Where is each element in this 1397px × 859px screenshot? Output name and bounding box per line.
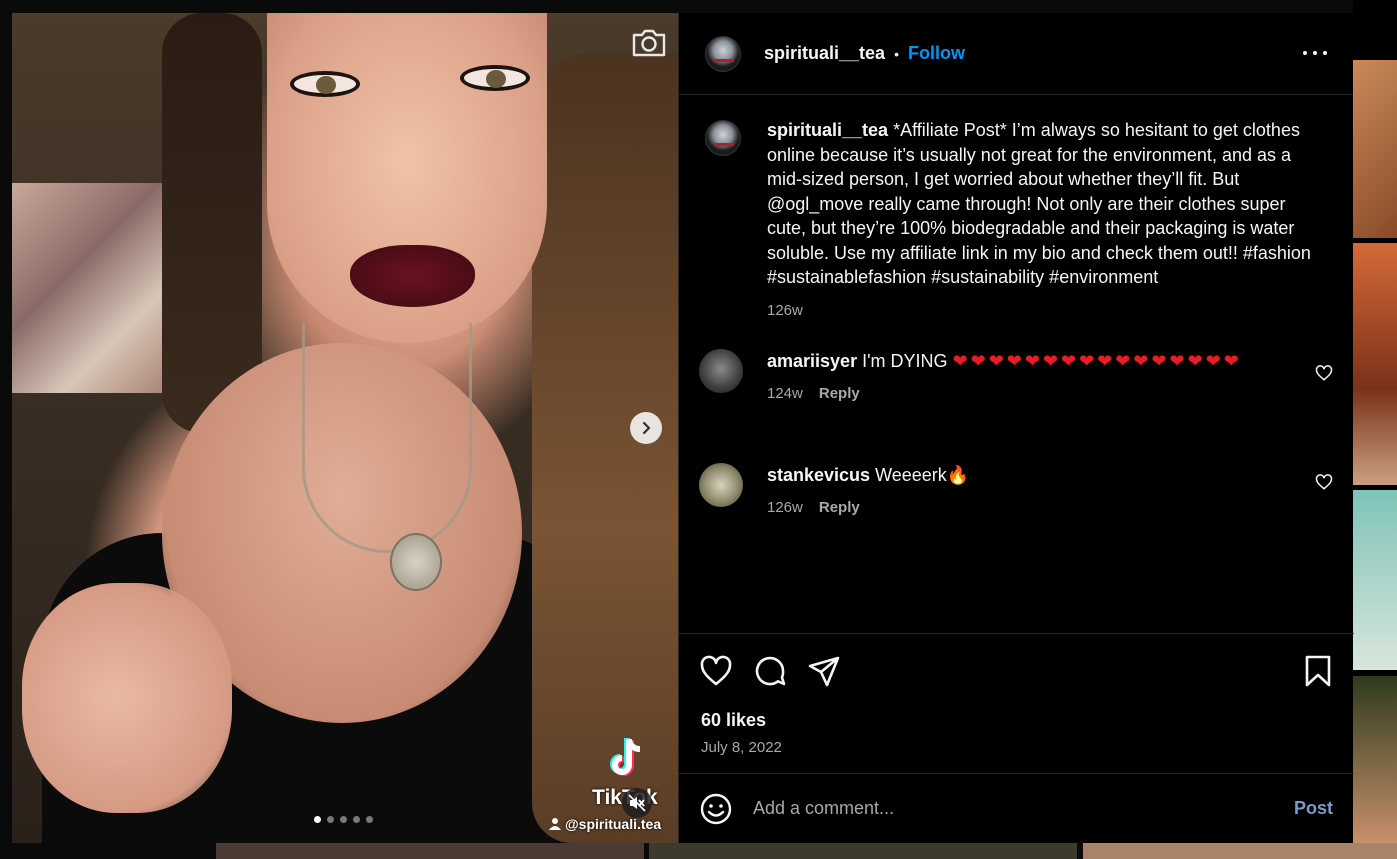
comment-username[interactable]: stankevicus	[767, 465, 870, 485]
post-media[interactable]: TikTok @spirituali.tea	[12, 13, 678, 843]
post-header: spirituali__tea • Follow	[679, 13, 1353, 95]
necklace-chain	[302, 323, 472, 553]
mute-icon	[628, 794, 646, 812]
feed-thumbnail[interactable]	[1353, 490, 1397, 670]
comment-composer: Post	[679, 773, 1354, 843]
more-options-button[interactable]	[1303, 41, 1327, 65]
author-username[interactable]: spirituali__tea	[764, 43, 885, 64]
feed-thumbnail[interactable]	[649, 843, 1077, 859]
hair	[532, 53, 678, 843]
bookmark-icon[interactable]	[1301, 654, 1335, 688]
separator-dot: •	[894, 45, 899, 62]
person-icon	[549, 818, 561, 830]
emoji-icon[interactable]	[699, 792, 733, 826]
mute-button[interactable]	[622, 788, 652, 818]
post-details-panel: spirituali__tea • Follow spirituali__tea…	[678, 13, 1354, 843]
feed-thumbnail[interactable]	[1083, 843, 1397, 859]
carousel-dot	[327, 816, 334, 823]
comment-timestamp[interactable]: 124w	[767, 382, 803, 407]
caption-timestamp[interactable]: 126w	[767, 299, 803, 324]
heart-icon[interactable]	[699, 654, 733, 688]
feed-thumbnail[interactable]	[1353, 676, 1397, 843]
like-comment-heart-icon[interactable]	[1315, 364, 1333, 382]
eye	[460, 65, 530, 91]
caption-text: *Affiliate Post* I’m always so hesitant …	[767, 120, 1311, 287]
background-painting	[12, 183, 172, 393]
carousel-dot	[353, 816, 360, 823]
carousel-dot	[340, 816, 347, 823]
lips	[350, 245, 475, 307]
necklace-pendant	[390, 533, 442, 591]
tiktok-icon	[610, 738, 641, 776]
eye	[290, 71, 360, 97]
post-comment-button[interactable]: Post	[1294, 798, 1333, 819]
more-icon	[1303, 51, 1307, 55]
follow-button[interactable]: Follow	[908, 43, 965, 64]
share-icon[interactable]	[807, 654, 841, 688]
comment-icon[interactable]	[753, 654, 787, 688]
comment-input[interactable]	[753, 798, 1263, 819]
more-icon	[1323, 51, 1327, 55]
avatar[interactable]	[705, 120, 741, 156]
carousel-dot	[366, 816, 373, 823]
tiktok-handle-text: @spirituali.tea	[565, 816, 662, 832]
comment-text: I'm DYING	[862, 351, 948, 371]
avatar[interactable]	[699, 349, 743, 393]
more-icon	[1313, 51, 1317, 55]
avatar[interactable]	[699, 463, 743, 507]
feed-thumbnail[interactable]	[1353, 243, 1397, 485]
reply-button[interactable]: Reply	[819, 496, 860, 521]
fire-emoji: 🔥	[946, 465, 970, 485]
carousel-indicators	[314, 816, 373, 823]
carousel-dot	[314, 816, 321, 823]
avatar[interactable]	[705, 35, 741, 72]
like-comment-heart-icon[interactable]	[1315, 473, 1333, 491]
heart-emojis: ❤❤❤❤❤❤❤❤❤❤❤❤❤❤❤❤	[952, 351, 1242, 371]
post-date[interactable]: July 8, 2022	[701, 739, 782, 756]
post-actions: 60 likes July 8, 2022	[679, 633, 1354, 773]
comments-section[interactable]: spirituali__tea *Affiliate Post* I’m alw…	[679, 96, 1354, 633]
feed-thumbnail[interactable]	[1353, 60, 1397, 238]
comment-text: Weeeerk	[875, 465, 947, 485]
likes-count[interactable]: 60 likes	[701, 710, 766, 731]
chevron-right-icon	[642, 421, 651, 435]
next-slide-button[interactable]	[630, 412, 662, 444]
post-modal: TikTok @spirituali.tea spirituali__tea •…	[12, 13, 1354, 843]
comment-timestamp[interactable]: 126w	[767, 496, 803, 521]
comment-username[interactable]: amariisyer	[767, 351, 857, 371]
feed-thumbnail[interactable]	[216, 843, 644, 859]
reply-button[interactable]: Reply	[819, 382, 860, 407]
hand	[22, 583, 232, 813]
camera-icon	[632, 29, 666, 57]
tiktok-handle: @spirituali.tea	[548, 816, 661, 832]
caption-username[interactable]: spirituali__tea	[767, 120, 888, 140]
